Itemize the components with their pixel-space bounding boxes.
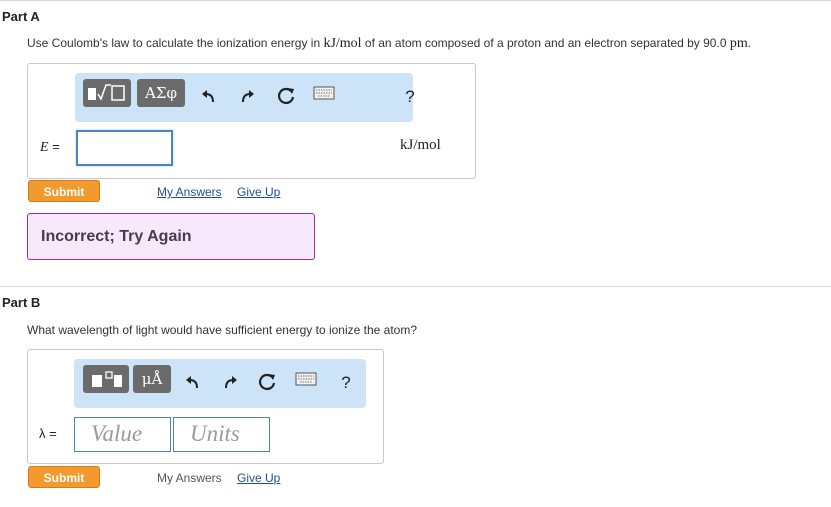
part-a-unit-label: kJ/mol bbox=[400, 137, 441, 153]
part-a-answer-box: ΑΣφ ? E = kJ/mol bbox=[27, 63, 476, 179]
top-divider bbox=[0, 0, 831, 1]
redo-icon[interactable] bbox=[236, 86, 258, 108]
part-a-prompt: Use Coulomb's law to calculate the ioniz… bbox=[27, 36, 751, 52]
templates-button[interactable] bbox=[83, 365, 129, 393]
help-icon[interactable]: ? bbox=[399, 86, 421, 108]
redo-icon[interactable] bbox=[219, 372, 241, 394]
part-b-prompt: What wavelength of light would have suff… bbox=[27, 323, 418, 337]
reset-icon[interactable] bbox=[276, 86, 298, 108]
feedback-message: Incorrect; Try Again bbox=[27, 213, 315, 260]
equals-sign: = bbox=[49, 426, 57, 441]
equals-sign: = bbox=[52, 139, 60, 154]
value-placeholder: Value bbox=[91, 421, 143, 446]
part-b-answer-box: μÅ ? λ = Value Units bbox=[27, 349, 384, 464]
part-b-title: Part B bbox=[2, 295, 41, 310]
help-icon[interactable]: ? bbox=[335, 372, 357, 394]
wavelength-value-input[interactable]: Value bbox=[74, 417, 171, 452]
templates-icon bbox=[92, 371, 122, 387]
reset-icon[interactable] bbox=[257, 372, 279, 394]
units-button[interactable]: μÅ bbox=[133, 365, 171, 393]
prompt-unit-pm: pm bbox=[729, 36, 748, 51]
prompt-text: of an atom composed of a proton and an e… bbox=[361, 36, 730, 50]
units-placeholder: Units bbox=[190, 421, 240, 446]
keyboard-icon[interactable] bbox=[295, 372, 317, 394]
greek-symbols-button[interactable]: ΑΣφ bbox=[137, 79, 185, 107]
part-a-my-answers-link[interactable]: My Answers bbox=[157, 185, 222, 199]
keyboard-icon[interactable] bbox=[313, 86, 335, 108]
part-a-give-up-link[interactable]: Give Up bbox=[237, 185, 280, 199]
part-a-math-toolbar: ΑΣφ ? bbox=[75, 73, 415, 122]
templates-button[interactable] bbox=[83, 79, 131, 107]
part-a-variable-label: E = bbox=[40, 139, 60, 156]
templates-icon bbox=[88, 84, 125, 101]
variable-symbol: λ bbox=[39, 426, 46, 441]
prompt-unit-kjmol: kJ/mol bbox=[323, 36, 362, 51]
part-a-title: Part A bbox=[2, 9, 40, 24]
part-b-math-toolbar: μÅ ? bbox=[74, 359, 366, 408]
energy-answer-input[interactable] bbox=[76, 130, 173, 166]
undo-icon[interactable] bbox=[182, 372, 204, 394]
part-b-submit-button[interactable]: Submit bbox=[28, 466, 100, 488]
prompt-text: Use Coulomb's law to calculate the ioniz… bbox=[27, 36, 324, 50]
variable-symbol: E bbox=[40, 140, 49, 155]
section-divider bbox=[0, 286, 831, 287]
undo-icon[interactable] bbox=[198, 86, 220, 108]
part-a-submit-button[interactable]: Submit bbox=[28, 180, 100, 202]
feedback-text: Incorrect; Try Again bbox=[41, 228, 192, 245]
prompt-text: . bbox=[747, 36, 752, 50]
part-b-my-answers-text: My Answers bbox=[157, 471, 222, 485]
wavelength-units-input[interactable]: Units bbox=[173, 417, 270, 452]
part-b-variable-label: λ = bbox=[39, 426, 57, 441]
part-b-give-up-link[interactable]: Give Up bbox=[237, 471, 280, 485]
